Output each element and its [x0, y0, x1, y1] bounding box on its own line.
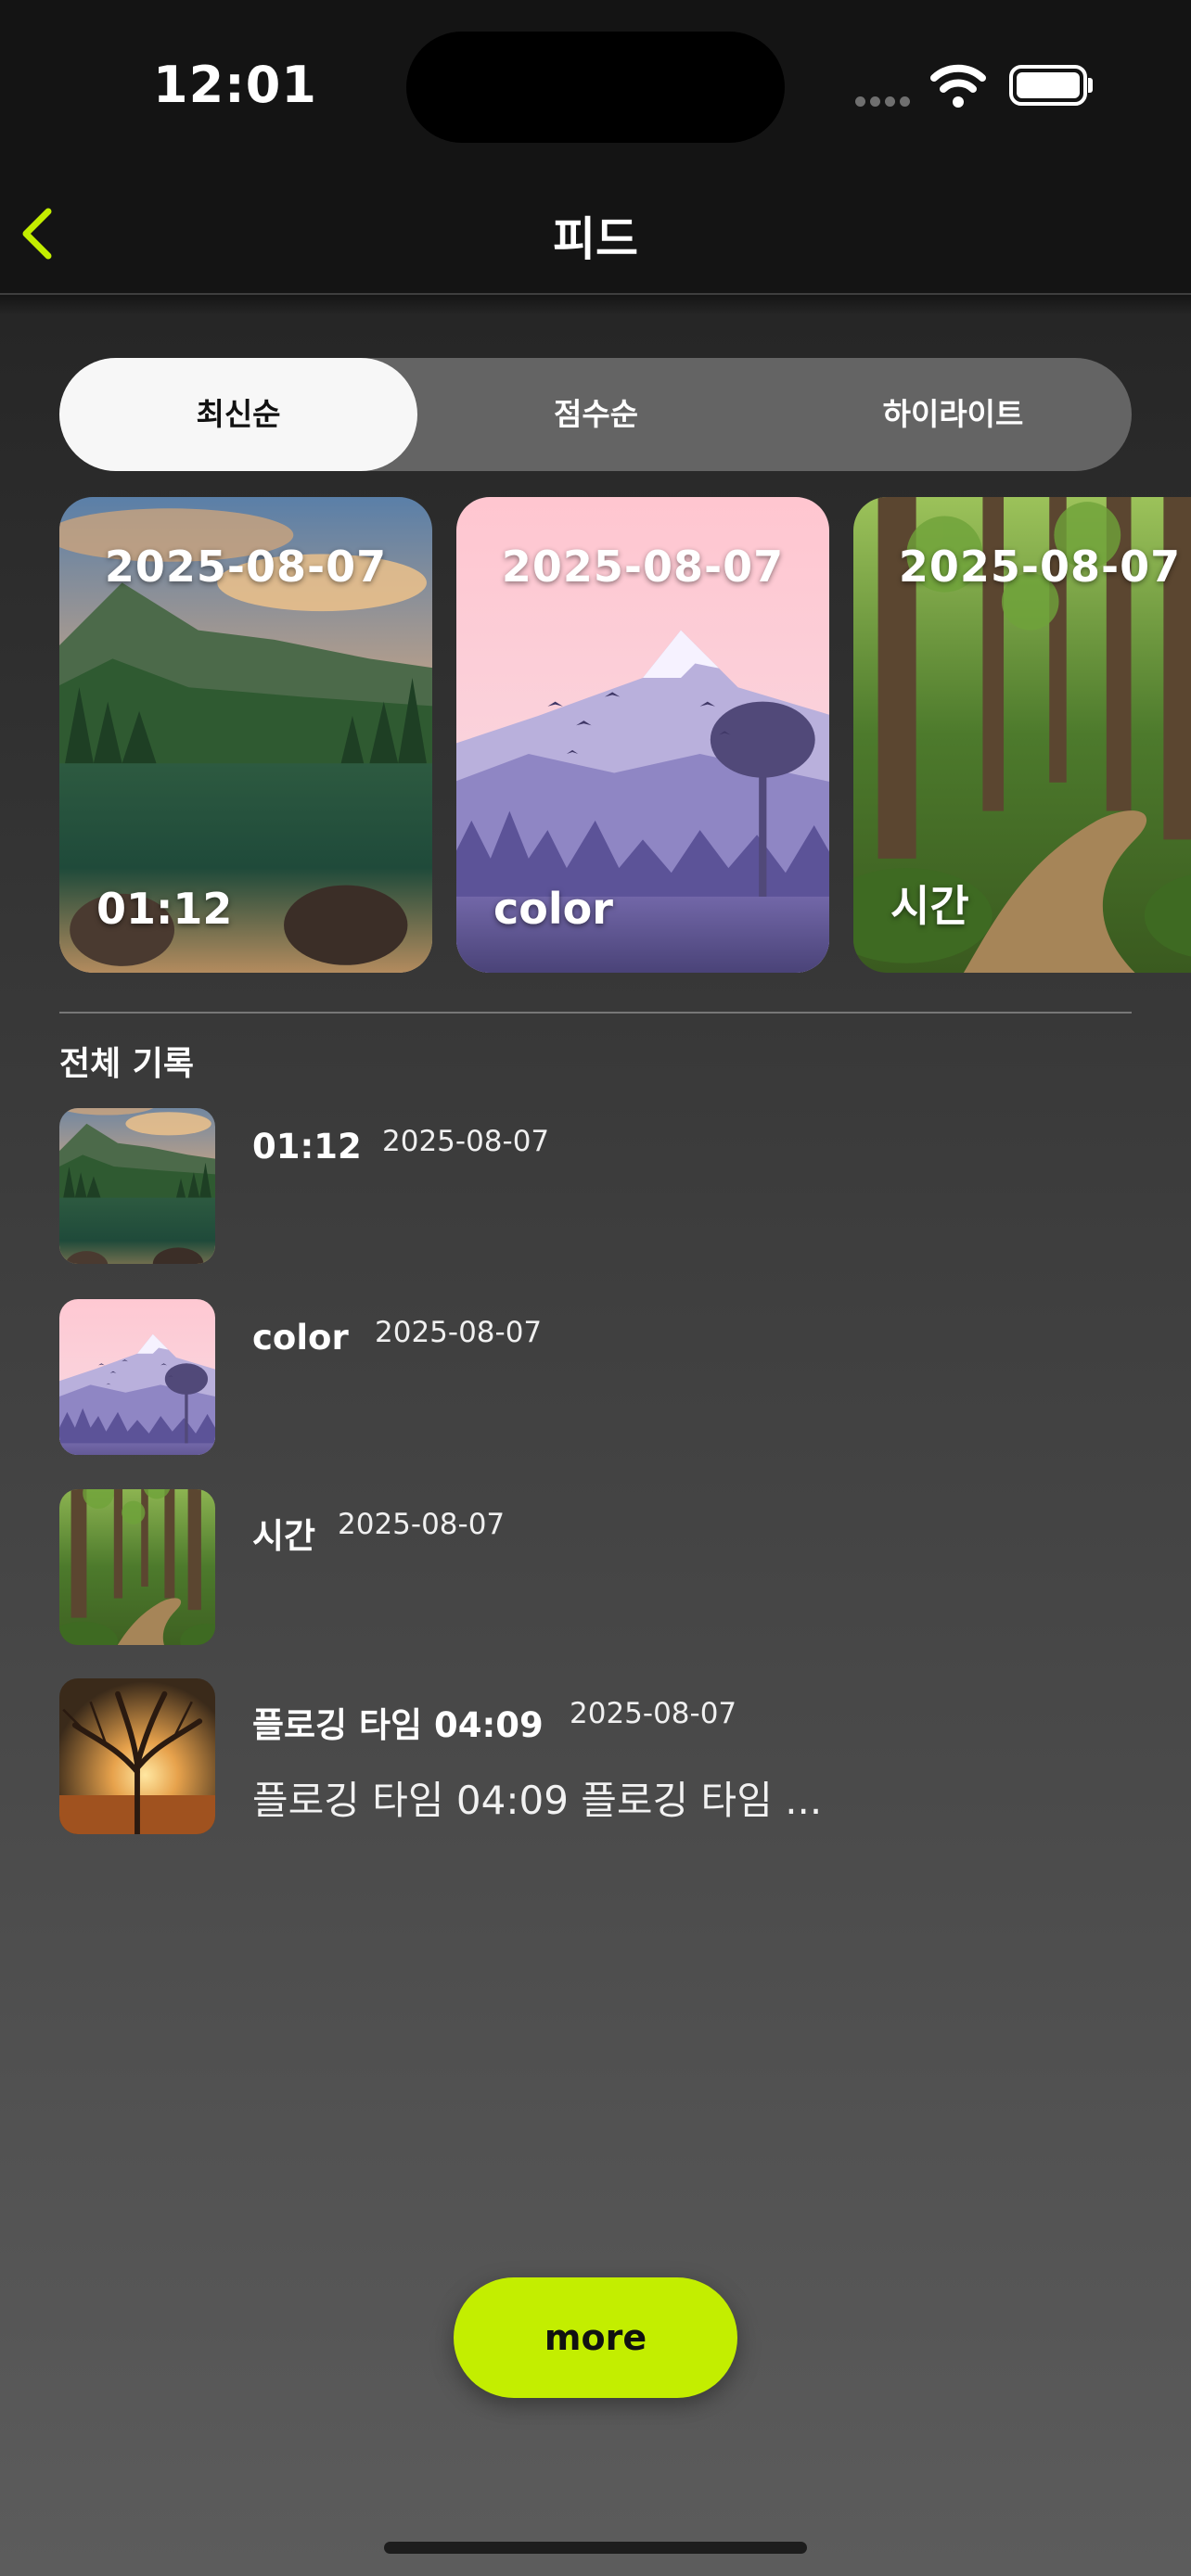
record-title: 01:12	[252, 1127, 362, 1167]
list-item[interactable]: 플로깅 타임 04:09 2025-08-07 플로깅 타임 04:09 플로깅…	[59, 1678, 1132, 1834]
list-item[interactable]: color 2025-08-07	[59, 1299, 1132, 1455]
feed-card[interactable]: 2025-08-07 01:12	[59, 497, 432, 973]
section-title: 전체 기록	[59, 1045, 195, 1083]
card-label: 01:12	[96, 884, 233, 934]
page-title: 피드	[553, 212, 638, 266]
sort-tab-latest[interactable]: 최신순	[59, 358, 417, 471]
list-item[interactable]: 01:12 2025-08-07	[59, 1108, 1132, 1264]
record-body: 플로깅 타임 04:09 플로깅 타임 ...	[252, 1778, 823, 1823]
record-date: 2025-08-07	[570, 1697, 737, 1730]
thumbnail-image	[59, 1678, 215, 1834]
record-date: 2025-08-07	[338, 1508, 506, 1541]
more-button[interactable]: more	[454, 2277, 737, 2398]
record-date: 2025-08-07	[375, 1316, 543, 1349]
card-date: 2025-08-07	[898, 542, 1182, 592]
record-date: 2025-08-07	[382, 1125, 550, 1158]
wifi-icon	[930, 64, 986, 108]
card-date: 2025-08-07	[501, 542, 785, 592]
battery-icon	[1009, 65, 1087, 106]
feed-card[interactable]: 2025-08-07 color	[456, 497, 829, 973]
feed-card[interactable]: 2025-08-07 시간	[853, 497, 1191, 973]
record-title: color	[252, 1318, 349, 1358]
nav-divider	[0, 293, 1191, 295]
list-item[interactable]: 시간 2025-08-07	[59, 1489, 1132, 1645]
cellular-signal-icon	[855, 93, 915, 110]
thumbnail-image	[59, 1108, 215, 1264]
home-indicator	[384, 2542, 807, 2554]
sort-tab-score[interactable]: 점수순	[417, 358, 775, 471]
section-divider	[59, 1012, 1132, 1014]
dynamic-island	[406, 32, 785, 143]
battery-cap	[1088, 78, 1093, 93]
thumbnail-image	[59, 1489, 215, 1645]
status-time: 12:01	[153, 56, 317, 114]
thumbnail-image	[59, 1299, 215, 1455]
record-title: 플로깅 타임 04:09	[252, 1705, 544, 1745]
card-date: 2025-08-07	[104, 542, 388, 592]
sort-tab-highlight[interactable]: 하이라이트	[775, 358, 1132, 471]
sort-segmented-control: 최신순 점수순 하이라이트	[59, 358, 1132, 471]
card-label: color	[493, 884, 613, 934]
card-label: 시간	[890, 881, 969, 931]
record-title: 시간	[252, 1516, 316, 1556]
